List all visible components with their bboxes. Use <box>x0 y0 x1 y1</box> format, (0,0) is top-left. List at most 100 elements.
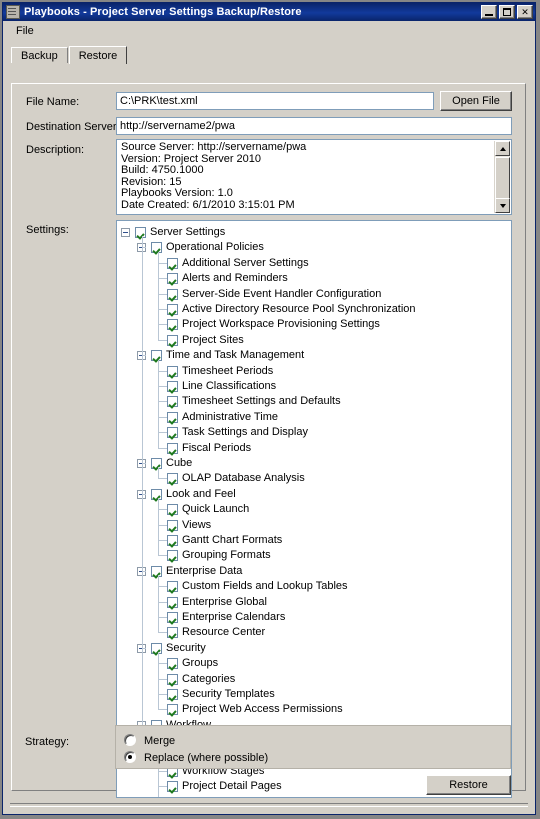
settings-tree[interactable]: Server Settings Operational Policies Addit… <box>116 220 512 798</box>
tree-connector <box>158 509 167 511</box>
tree-connector <box>158 709 167 711</box>
tree-item-checkbox[interactable] <box>167 781 178 793</box>
tree-item[interactable]: Active Directory Resource Pool Synchroni… <box>117 302 511 317</box>
tree-item-checkbox[interactable] <box>151 458 162 469</box>
tree-item[interactable]: Timesheet Settings and Defaults <box>117 394 511 409</box>
tree-item[interactable]: Project Sites <box>117 333 511 348</box>
tree-item[interactable]: Look and Feel <box>117 487 511 502</box>
strategy-group: Merge Replace (where possible) <box>115 725 511 769</box>
tree-item[interactable]: Cube <box>117 456 511 471</box>
tree-item-checkbox[interactable] <box>167 365 178 377</box>
tree-item-checkbox[interactable] <box>167 596 178 608</box>
tab-backup[interactable]: Backup <box>11 47 68 63</box>
tree-item[interactable]: OLAP Database Analysis <box>117 471 511 486</box>
minimize-button[interactable] <box>481 5 497 19</box>
tree-item[interactable]: Server Settings <box>117 225 511 240</box>
tree-item-checkbox[interactable] <box>167 658 178 670</box>
tree-item-checkbox[interactable] <box>167 504 178 516</box>
radio-replace[interactable] <box>124 751 136 763</box>
tree-item-checkbox[interactable] <box>135 227 146 238</box>
radio-merge[interactable] <box>124 734 136 746</box>
tree-item[interactable]: Grouping Formats <box>117 548 511 563</box>
tree-item[interactable]: Project Web Access Permissions <box>117 702 511 717</box>
tree-item[interactable]: Project Workspace Provisioning Settings <box>117 317 511 332</box>
tree-item[interactable]: Views <box>117 518 511 533</box>
scroll-down-icon[interactable] <box>495 198 510 213</box>
tree-item-checkbox[interactable] <box>151 242 162 254</box>
tree-item[interactable]: Security Templates <box>117 687 511 702</box>
tree-item-checkbox[interactable] <box>167 473 178 485</box>
tree-item-checkbox[interactable] <box>167 257 178 269</box>
tree-connector <box>158 278 167 280</box>
tree-item[interactable]: Enterprise Calendars <box>117 610 511 625</box>
tree-item[interactable]: Server-Side Event Handler Configuration <box>117 287 511 302</box>
tree-item[interactable]: Administrative Time <box>117 410 511 425</box>
tree-item-checkbox[interactable] <box>167 535 178 546</box>
tree-connector <box>158 555 167 557</box>
tree-item[interactable]: Alerts and Reminders <box>117 271 511 286</box>
tree-item-checkbox[interactable] <box>167 689 178 700</box>
tree-item-label: Views <box>182 518 212 531</box>
tree-item[interactable]: Additional Server Settings <box>117 256 511 271</box>
tab-restore[interactable]: Restore <box>68 46 128 64</box>
tree-item[interactable]: Timesheet Periods <box>117 364 511 379</box>
tree-item[interactable]: Time and Task Management <box>117 348 511 363</box>
tree-connector <box>158 694 167 695</box>
restore-button[interactable]: Restore <box>426 775 511 795</box>
tree-item[interactable]: Security <box>117 641 511 656</box>
tree-item[interactable]: Custom Fields and Lookup Tables <box>117 579 511 594</box>
tree-item-checkbox[interactable] <box>167 396 178 408</box>
file-name-input[interactable]: C:\PRK\test.xml <box>116 92 434 110</box>
tree-item-checkbox[interactable] <box>167 627 178 639</box>
tree-item-checkbox[interactable] <box>167 334 178 346</box>
tree-item-checkbox[interactable] <box>167 427 178 439</box>
tree-item[interactable]: Resource Center <box>117 625 511 640</box>
tree-item[interactable]: Fiscal Periods <box>117 441 511 456</box>
tree-item-checkbox[interactable] <box>167 673 178 685</box>
tree-item-checkbox[interactable] <box>167 411 178 423</box>
tree-item[interactable]: Workflow Proxy User <box>117 795 511 797</box>
tree-item-label: Look and Feel <box>166 487 236 500</box>
tree-item-checkbox[interactable] <box>167 550 178 562</box>
tree-item-checkbox[interactable] <box>151 350 162 362</box>
tree-item-checkbox[interactable] <box>167 319 178 331</box>
tree-item-checkbox[interactable] <box>151 488 162 500</box>
maximize-button[interactable] <box>499 5 515 19</box>
tree-item[interactable]: Enterprise Global <box>117 595 511 610</box>
tree-item[interactable]: Categories <box>117 672 511 687</box>
open-file-button[interactable]: Open File <box>440 91 512 111</box>
tree-item-checkbox[interactable] <box>167 381 178 392</box>
tree-collapse-icon[interactable] <box>121 228 130 237</box>
tree-item[interactable]: Quick Launch <box>117 502 511 517</box>
menu-item-file[interactable]: File <box>11 23 39 39</box>
tree-item-checkbox[interactable] <box>167 519 178 531</box>
tree-item[interactable]: Enterprise Data <box>117 564 511 579</box>
destination-server-input[interactable]: http://servername2/pwa <box>116 117 512 135</box>
tree-item-checkbox[interactable] <box>167 612 178 623</box>
tree-item[interactable]: Operational Policies <box>117 240 511 255</box>
tree-connector <box>158 663 167 665</box>
tree-item-label: Administrative Time <box>182 410 278 423</box>
tree-item-checkbox[interactable] <box>167 581 178 593</box>
scroll-up-icon[interactable] <box>495 141 510 156</box>
description-textarea[interactable]: Source Server: http://servername/pwa Vers… <box>116 139 512 215</box>
tree-item-checkbox[interactable] <box>151 642 162 654</box>
tree-item-checkbox[interactable] <box>167 273 178 285</box>
close-button[interactable]: ✕ <box>517 5 533 19</box>
tree-item-checkbox[interactable] <box>167 704 178 716</box>
scrollbar-thumb[interactable] <box>495 157 510 201</box>
tree-item-checkbox[interactable] <box>167 304 178 315</box>
tree-item[interactable]: Groups <box>117 656 511 671</box>
tree-connector <box>158 251 159 340</box>
tree-item-checkbox[interactable] <box>167 796 178 797</box>
tree-item[interactable]: Line Classifications <box>117 379 511 394</box>
tree-item-label: Workflow Proxy User <box>182 796 284 797</box>
tree-connector <box>158 386 167 387</box>
tree-item-checkbox[interactable] <box>151 565 162 577</box>
description-scrollbar[interactable] <box>494 141 510 213</box>
tree-item[interactable]: Gantt Chart Formats <box>117 533 511 548</box>
tree-item-checkbox[interactable] <box>167 288 178 300</box>
tree-item[interactable]: Task Settings and Display <box>117 425 511 440</box>
settings-label: Settings: <box>26 224 69 236</box>
tree-item-checkbox[interactable] <box>167 442 178 454</box>
